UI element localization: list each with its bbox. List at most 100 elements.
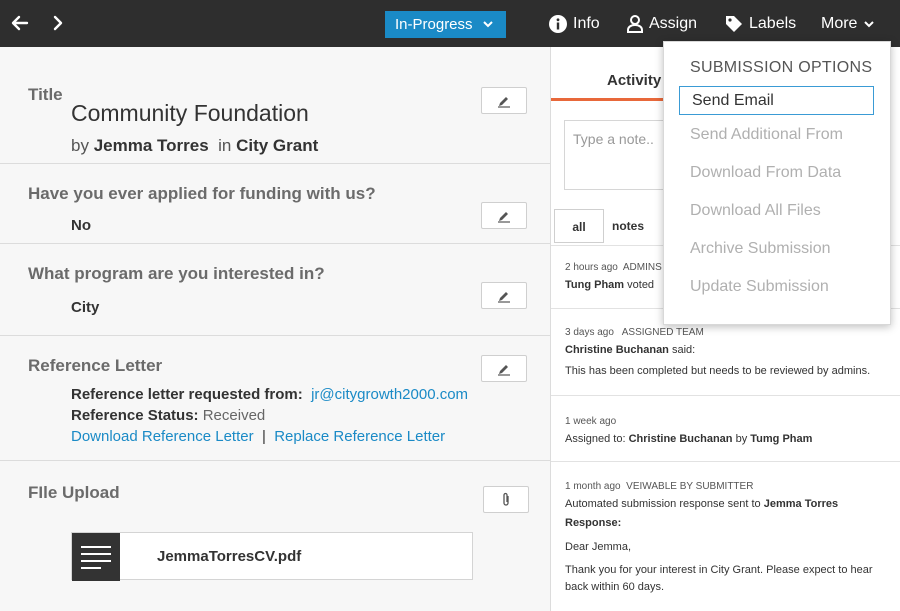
activity-meta: 2 hours ago ADMINS	[565, 262, 662, 273]
in-word: in	[218, 136, 232, 155]
edit-question-button[interactable]	[481, 282, 527, 309]
note-input[interactable]: Type a note..	[564, 120, 674, 190]
pencil-icon	[498, 364, 510, 376]
question-section: What program are you interested in? City	[0, 244, 550, 336]
response-greeting: Dear Jemma,	[565, 541, 632, 553]
activity-meta: 1 month ago VEIWABLE BY SUBMITTER	[565, 481, 753, 492]
activity-action: Automated submission response sent to	[565, 498, 761, 510]
chevron-down-icon	[483, 21, 493, 28]
activity-text: Automated submission response sent to Je…	[565, 498, 838, 510]
response-label-text: Response:	[565, 517, 622, 529]
question-title: What program are you interested in?	[28, 264, 325, 283]
menu-item-send-additional-form[interactable]: Send Additional From	[690, 126, 843, 144]
pencil-icon	[498, 291, 510, 303]
activity-user: Tung Pham	[565, 279, 625, 291]
reference-status-label: Reference Status:	[71, 407, 199, 424]
labels-button[interactable]: Labels	[725, 0, 796, 47]
reference-status-value: Received	[202, 407, 266, 424]
more-button[interactable]: More	[821, 0, 875, 47]
reference-title: Reference Letter	[28, 356, 163, 375]
activity-meta: 3 days ago ASSIGNED TEAM	[565, 327, 704, 338]
activity-action: voted	[627, 279, 655, 291]
reference-requested-line: Reference letter requested from: jr@city…	[71, 386, 468, 403]
chevron-down-icon	[864, 20, 875, 27]
replace-reference-link[interactable]: Replace Reference Letter	[274, 428, 445, 445]
app-window: { "topbar": { "back_label": "←", "forwar…	[0, 0, 900, 611]
reference-requested-label: Reference letter requested from:	[71, 386, 303, 403]
file-upload-title: FIle Upload	[28, 483, 120, 502]
document-icon	[72, 533, 120, 581]
by-word: by	[735, 433, 748, 445]
menu-item-update-submission[interactable]: Update Submission	[690, 278, 829, 296]
chevron-right-icon	[53, 15, 63, 31]
activity-meta: 1 week ago	[565, 416, 616, 427]
status-label: In-Progress	[395, 16, 473, 33]
title-section: Title Community Foundation by Jemma Torr…	[0, 47, 550, 164]
link-separator: |	[261, 428, 266, 445]
author-name: Jemma Torres	[93, 136, 209, 155]
menu-item-archive-submission[interactable]: Archive Submission	[690, 240, 831, 258]
forward-button[interactable]	[46, 10, 70, 36]
assigner-name: Tumg Pham	[750, 433, 813, 445]
reference-email-link[interactable]: jr@citygrowth2000.com	[311, 386, 468, 403]
pencil-icon	[498, 96, 510, 108]
active-tab-indicator	[551, 98, 663, 101]
info-button[interactable]: Info	[549, 0, 600, 47]
user-icon	[627, 14, 643, 33]
activity-item: 1 month ago VEIWABLE BY SUBMITTER Automa…	[551, 462, 900, 611]
submission-options-menu: SUBMISSION OPTIONS Send Email Send Addit…	[663, 41, 891, 325]
question-section: Have you ever applied for funding with u…	[0, 164, 550, 244]
info-label: Info	[573, 14, 600, 32]
download-reference-link[interactable]: Download Reference Letter	[71, 428, 254, 445]
activity-tag: ADMINS	[622, 262, 662, 273]
response-body: Thank you for your interest in City Gran…	[565, 564, 873, 593]
attach-file-button[interactable]	[483, 486, 529, 513]
submission-title: Community Foundation	[71, 100, 309, 126]
activity-text: Tung Pham voted	[565, 279, 654, 291]
menu-item-send-email[interactable]: Send Email	[679, 86, 874, 115]
submission-detail-panel: Title Community Foundation by Jemma Torr…	[0, 47, 550, 611]
assignee-name: Christine Buchanan	[628, 433, 733, 445]
question-answer: City	[71, 299, 100, 316]
activity-item: 1 week ago Assigned to: Christine Buchan…	[551, 396, 900, 462]
question-title: Have you ever applied for funding with u…	[28, 184, 376, 203]
reference-links: Download Reference Letter | Replace Refe…	[71, 428, 445, 445]
activity-action: said:	[671, 344, 696, 356]
filter-all-tab[interactable]: all	[554, 209, 604, 243]
tag-icon	[726, 15, 742, 32]
question-answer: No	[71, 217, 91, 234]
pencil-icon	[498, 211, 510, 223]
recipient-name: Jemma Torres	[763, 498, 839, 510]
activity-tag: VEIWABLE BY SUBMITTER	[626, 481, 754, 492]
response-label: Response:	[565, 517, 621, 529]
uploaded-file[interactable]: JemmaTorresCV.pdf	[71, 532, 473, 581]
activity-time: 2 hours ago	[565, 262, 618, 273]
tab-activity[interactable]: Activity	[607, 72, 661, 89]
activity-tag: ASSIGNED TEAM	[621, 327, 704, 338]
reference-letter-section: Reference Letter Reference letter reques…	[0, 336, 550, 461]
arrow-left-icon	[11, 15, 29, 31]
activity-user: Christine Buchanan	[565, 344, 669, 356]
edit-question-button[interactable]	[481, 202, 527, 229]
activity-text: Christine Buchanan said:	[565, 344, 695, 356]
top-bar: In-Progress Info Assign Labels More	[0, 0, 900, 47]
paperclip-icon	[503, 492, 509, 506]
menu-header: SUBMISSION OPTIONS	[690, 59, 873, 76]
reference-status-line: Reference Status: Received	[71, 407, 265, 424]
edit-reference-button[interactable]	[481, 355, 527, 382]
status-dropdown-button[interactable]: In-Progress	[385, 11, 506, 38]
menu-item-download-all-files[interactable]: Download All Files	[690, 202, 821, 220]
title-label: Title	[28, 85, 63, 104]
filter-notes-tab[interactable]: notes	[612, 219, 644, 233]
activity-time: 1 week ago	[565, 416, 617, 427]
assign-button[interactable]: Assign	[627, 0, 697, 47]
back-button[interactable]	[8, 10, 32, 36]
activity-time: 3 days ago	[565, 327, 614, 338]
file-name: JemmaTorresCV.pdf	[157, 548, 302, 565]
edit-title-button[interactable]	[481, 87, 527, 114]
activity-message: This has been completed but needs to be …	[565, 365, 871, 377]
activity-text: Assigned to: Christine Buchanan by Tumg …	[565, 433, 812, 445]
submission-byline: by Jemma Torres in City Grant	[71, 136, 318, 156]
menu-item-download-form-data[interactable]: Download From Data	[690, 164, 841, 182]
by-word: by	[71, 136, 89, 155]
